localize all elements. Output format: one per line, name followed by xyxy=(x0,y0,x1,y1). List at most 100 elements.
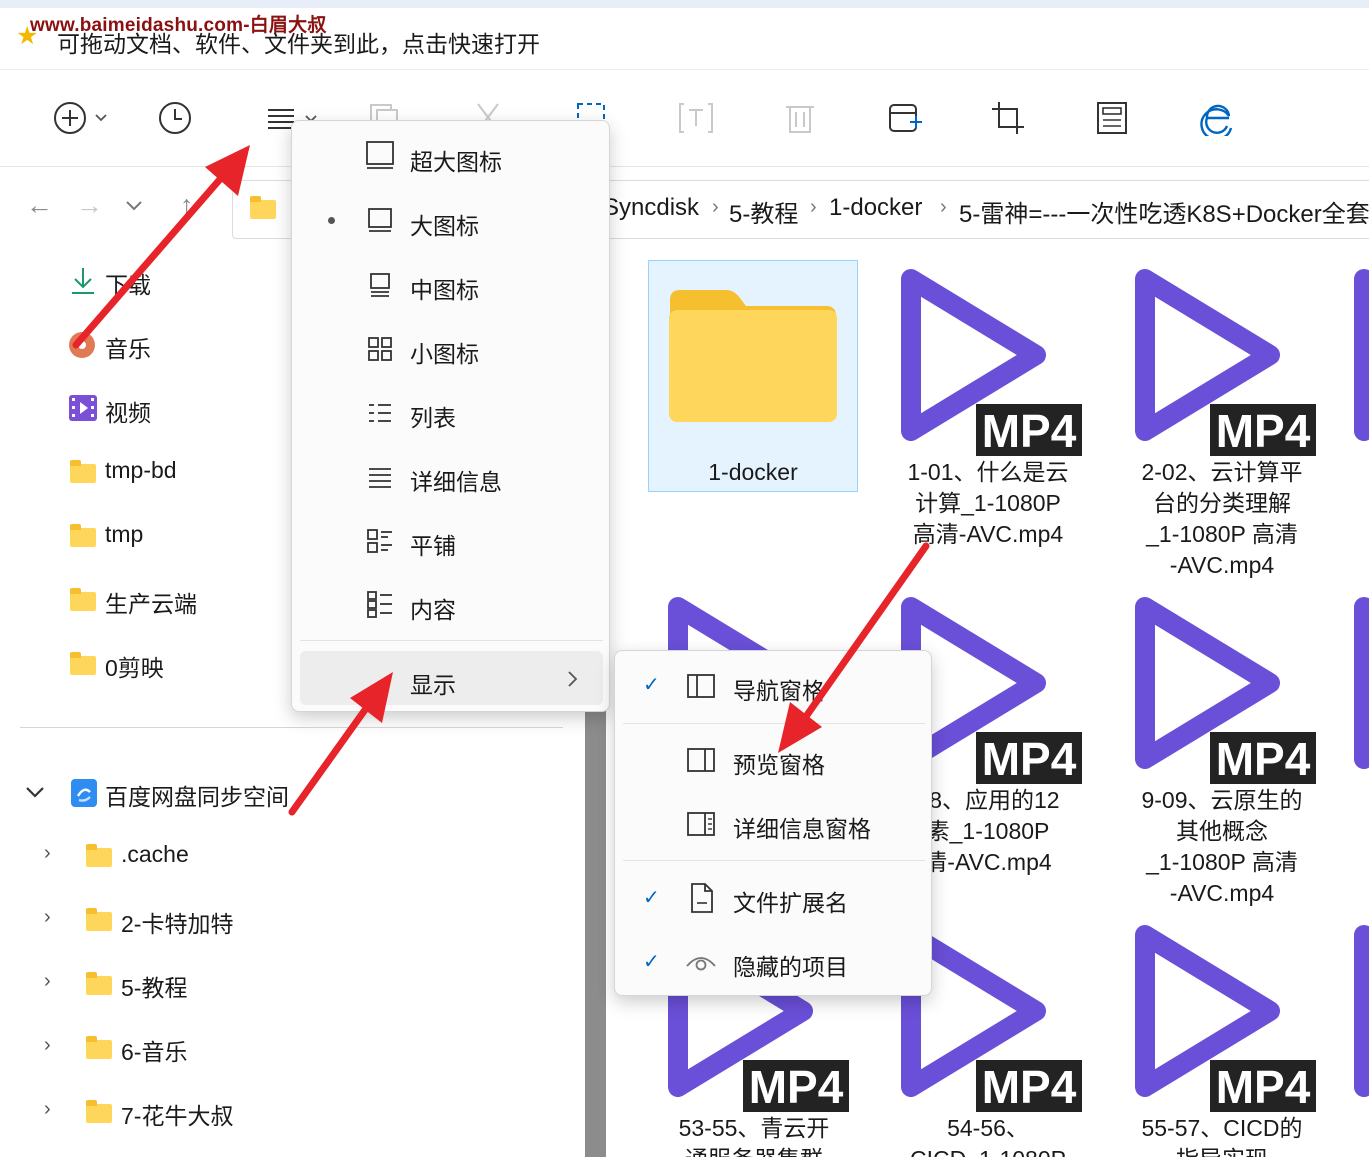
mp4-file-icon-partial xyxy=(1354,925,1369,1097)
small-icons-icon xyxy=(368,337,392,361)
menu-item-large-icons[interactable]: 大图标 xyxy=(410,207,479,241)
sidebar-item-katejiate[interactable]: 2-卡特加特 xyxy=(121,905,233,939)
folder-large-icon xyxy=(669,290,837,422)
breadcrumb-docker[interactable]: 1-docker xyxy=(829,194,922,222)
edge-browser-icon[interactable] xyxy=(1198,100,1234,136)
back-arrow-icon[interactable]: ← xyxy=(26,190,53,221)
mp4-file-icon-partial xyxy=(1354,597,1369,769)
folder-icon xyxy=(70,460,96,483)
chevron-right-icon[interactable]: › xyxy=(44,970,51,993)
forward-arrow-icon[interactable]: → xyxy=(76,190,103,221)
menu-item-extra-large-icons[interactable]: 超大图标 xyxy=(410,143,502,177)
folder-icon xyxy=(86,1100,112,1123)
sidebar-item-tutorial[interactable]: 5-教程 xyxy=(121,969,187,1003)
file-caption: 54-56、 CICD_1-1080P xyxy=(910,1115,1066,1157)
large-icons-icon xyxy=(368,208,392,232)
mp4-badge: MP4 xyxy=(982,405,1077,457)
breadcrumb-current-folder[interactable]: 5-雷神=---一次性吃透K8S+Docker全套 xyxy=(959,194,1369,229)
menu-separator xyxy=(623,860,925,861)
recent-locations-chevron-icon[interactable] xyxy=(123,198,145,214)
crop-icon[interactable] xyxy=(990,100,1026,136)
mp4-file-icon: MP4 xyxy=(1135,597,1316,785)
view-dropdown-menu: 超大图标 大图标 中图标 小图标 列表 详细信息 平铺 内容 显示 xyxy=(291,120,610,712)
sidebar-item-music[interactable]: 音乐 xyxy=(105,330,151,364)
menu-item-medium-icons[interactable]: 中图标 xyxy=(410,271,479,305)
menu-item-show-label: 显示 xyxy=(410,672,456,698)
recent-clock-icon[interactable] xyxy=(157,100,193,136)
mp4-file-icon-partial xyxy=(1354,269,1369,441)
menu-item-list[interactable]: 列表 xyxy=(410,399,456,433)
navigation-pane-icon xyxy=(687,674,715,698)
chevron-right-icon[interactable]: › xyxy=(44,1034,51,1057)
sidebar-item-cache[interactable]: .cache xyxy=(121,841,189,868)
details-pane-icon xyxy=(687,812,715,836)
mp4-file-icon: MP4 xyxy=(901,269,1082,457)
rename-icon[interactable] xyxy=(678,100,714,136)
file-caption: 1-01、什么是云 计算_1-1080P 高清-AVC.mp4 xyxy=(907,459,1069,547)
breadcrumb-separator: › xyxy=(712,196,719,218)
file-extension-icon xyxy=(691,883,713,913)
file-caption: 55-57、CICD的 指导实现 xyxy=(1141,1115,1303,1157)
red-arrow-to-view-button xyxy=(72,145,250,349)
mp4-badge: MP4 xyxy=(1216,733,1311,785)
breadcrumb-syncdisk[interactable]: Syncdisk xyxy=(603,194,699,222)
folder-icon xyxy=(86,972,112,995)
file-caption: 53-55、青云开 通服务器集群 xyxy=(678,1115,830,1157)
sidebar-item-baidu-sync[interactable]: 百度网盘同步空间 xyxy=(105,778,289,812)
menu-item-content[interactable]: 内容 xyxy=(410,591,456,625)
breadcrumb-separator: › xyxy=(810,196,817,218)
chevron-right-icon[interactable]: › xyxy=(44,906,51,929)
breadcrumb-tutorial[interactable]: 5-教程 xyxy=(729,194,798,229)
folder-icon xyxy=(86,844,112,867)
sidebar-item-downloads[interactable]: 下载 xyxy=(105,266,151,300)
window-top-strip xyxy=(0,0,1369,8)
menu-item-details-pane[interactable]: 详细信息窗格 xyxy=(733,810,871,844)
sidebar-item-huaniu[interactable]: 7-花牛大叔 xyxy=(121,1097,233,1131)
watermark: www.baimeidashu.com-白眉大叔 xyxy=(30,15,327,36)
baidu-sync-icon xyxy=(71,779,97,807)
menu-item-navigation-pane[interactable]: 导航窗格 xyxy=(733,672,825,706)
up-arrow-icon[interactable]: ↑ xyxy=(180,190,194,221)
new-tab-icon[interactable] xyxy=(886,100,926,136)
list-icon xyxy=(369,404,391,422)
folder-icon xyxy=(250,196,276,219)
delete-icon[interactable] xyxy=(782,100,818,136)
details-icon xyxy=(369,468,391,488)
mp4-badge: MP4 xyxy=(982,733,1077,785)
new-button[interactable] xyxy=(52,100,116,136)
menu-item-small-icons[interactable]: 小图标 xyxy=(410,335,479,369)
mp4-badge: MP4 xyxy=(749,1061,844,1113)
sidebar-item-jianying[interactable]: 0剪映 xyxy=(105,649,164,683)
check-icon: ✓ xyxy=(643,674,660,696)
mp4-badge: MP4 xyxy=(1216,1061,1311,1113)
content-icon xyxy=(367,591,392,618)
chevron-right-icon[interactable]: › xyxy=(44,1098,51,1121)
properties-icon[interactable] xyxy=(1094,100,1130,136)
folder-icon xyxy=(70,524,96,547)
folder-icon xyxy=(86,908,112,931)
hidden-items-icon xyxy=(686,957,716,971)
menu-item-tiles[interactable]: 平铺 xyxy=(410,527,456,561)
sidebar-item-tmp-bd[interactable]: tmp-bd xyxy=(105,457,177,484)
sidebar-item-production-cloud[interactable]: 生产云端 xyxy=(105,585,197,619)
check-icon: ✓ xyxy=(643,887,660,909)
file-caption: 9-09、云原生的 其他概念 _1-1080P 高清 -AVC.mp4 xyxy=(1141,787,1303,906)
folder-icon xyxy=(86,1036,112,1059)
download-icon xyxy=(72,268,94,294)
chevron-right-icon xyxy=(568,671,578,687)
folder-icon xyxy=(70,588,96,611)
sidebar-item-music-folder[interactable]: 6-音乐 xyxy=(121,1033,187,1067)
sidebar-divider xyxy=(20,727,563,728)
breadcrumb-separator: › xyxy=(940,196,947,218)
tiles-icon xyxy=(367,529,392,553)
mp4-badge: MP4 xyxy=(1216,405,1311,457)
sidebar-item-videos[interactable]: 视频 xyxy=(105,394,151,428)
sidebar-item-tmp[interactable]: tmp xyxy=(105,521,143,548)
mp4-badge: MP4 xyxy=(982,1061,1077,1113)
chevron-down-icon[interactable] xyxy=(24,784,46,802)
menu-item-details[interactable]: 详细信息 xyxy=(410,463,502,497)
chevron-right-icon[interactable]: › xyxy=(44,842,51,865)
menu-item-preview-pane[interactable]: 预览窗格 xyxy=(733,746,825,780)
menu-item-file-extensions[interactable]: 文件扩展名 xyxy=(733,884,848,918)
menu-item-hidden-items[interactable]: 隐藏的项目 xyxy=(733,948,848,982)
